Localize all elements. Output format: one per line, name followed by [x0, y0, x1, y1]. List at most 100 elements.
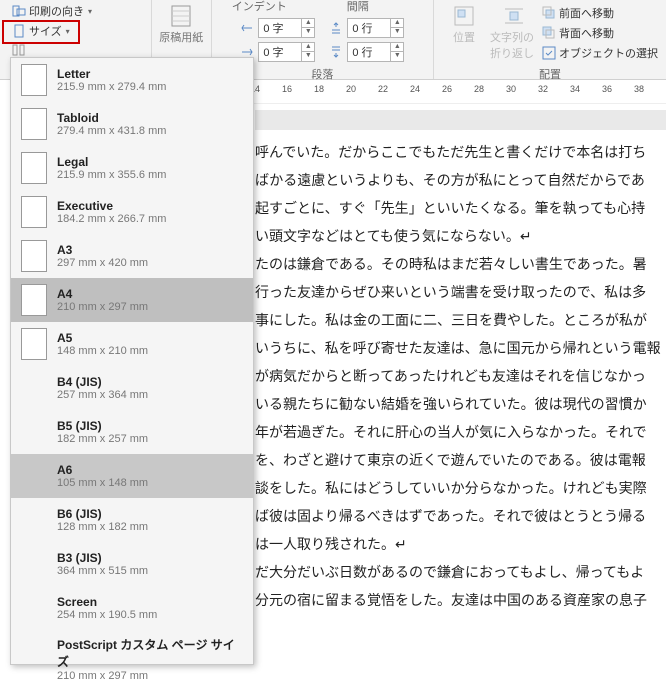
- document-line[interactable]: たのは鎌倉である。その時私はまだ若々しい書生であった。暑: [255, 252, 666, 280]
- size-option-b3-jis-[interactable]: B3 (JIS)364 mm x 515 mm: [11, 542, 253, 586]
- spin-down-icon[interactable]: ▼: [391, 52, 403, 61]
- orientation-button[interactable]: 印刷の向き: [10, 2, 94, 20]
- page-thumb-icon: [21, 548, 47, 580]
- size-option-dims: 128 mm x 182 mm: [57, 521, 148, 533]
- page-thumb-icon: [21, 240, 47, 272]
- ruler-mark: 38: [634, 84, 666, 94]
- columns-button[interactable]: [10, 42, 28, 58]
- page-thumb-icon: [21, 643, 47, 675]
- size-option-name: A5: [57, 331, 148, 345]
- size-option-b6-jis-[interactable]: B6 (JIS)128 mm x 182 mm: [11, 498, 253, 542]
- size-option-screen[interactable]: Screen254 mm x 190.5 mm: [11, 586, 253, 630]
- document-line[interactable]: を、わざと避けて東京の近くで遊んでいたのである。彼は電報: [255, 448, 666, 476]
- size-option-b4-jis-[interactable]: B4 (JIS)257 mm x 364 mm: [11, 366, 253, 410]
- size-option-dims: 279.4 mm x 431.8 mm: [57, 125, 166, 137]
- size-option-dims: 184.2 mm x 266.7 mm: [57, 213, 166, 225]
- bring-forward-label: 前面へ移動: [559, 5, 614, 21]
- page-thumb-icon: [21, 504, 47, 536]
- size-option-a3[interactable]: A3297 mm x 420 mm: [11, 234, 253, 278]
- indent-left-icon: [240, 21, 254, 35]
- document-line[interactable]: は一人取り残された。↵: [255, 532, 666, 560]
- size-option-b5-jis-[interactable]: B5 (JIS)182 mm x 257 mm: [11, 410, 253, 454]
- size-option-a6[interactable]: A6105 mm x 148 mm: [11, 454, 253, 498]
- manuscript-label: 原稿用紙: [159, 29, 203, 45]
- position-button[interactable]: 位置: [440, 2, 488, 48]
- size-option-name: Legal: [57, 155, 166, 169]
- size-option-legal[interactable]: Legal215.9 mm x 355.6 mm: [11, 146, 253, 190]
- document-line[interactable]: だ大分だいぶ日数があるので鎌倉におってもよし、帰ってもよ: [255, 560, 666, 588]
- size-option-name: B3 (JIS): [57, 551, 148, 565]
- size-option-a4[interactable]: A4210 mm x 297 mm: [11, 278, 253, 322]
- spin-up-icon[interactable]: ▲: [302, 43, 314, 52]
- document-line[interactable]: 行った友達からぜひ来いという端書を受け取ったので、私は多: [255, 280, 666, 308]
- size-option-dims: 364 mm x 515 mm: [57, 565, 148, 577]
- spin-up-icon[interactable]: ▲: [391, 43, 403, 52]
- size-option-executive[interactable]: Executive184.2 mm x 266.7 mm: [11, 190, 253, 234]
- size-option-a5[interactable]: A5148 mm x 210 mm: [11, 322, 253, 366]
- document-line[interactable]: いる親たちに勧ない結婚を強いられていた。彼は現代の習慣か: [255, 392, 666, 420]
- ruler-mark: 22: [378, 84, 410, 94]
- spin-up-icon[interactable]: ▲: [391, 19, 403, 28]
- document-line[interactable]: 事にした。私は金の工面に二、三日を費やした。ところが私が: [255, 308, 666, 336]
- orientation-icon: [12, 4, 26, 18]
- document-line[interactable]: 年が若過ぎた。それに肝心の当人が気に入らなかった。それで: [255, 420, 666, 448]
- size-option-name: Executive: [57, 199, 166, 213]
- page-size-menu: Letter215.9 mm x 279.4 mmTabloid279.4 mm…: [10, 57, 254, 665]
- size-option-dims: 182 mm x 257 mm: [57, 433, 148, 445]
- size-option-postscript-[interactable]: PostScript カスタム ページ サイズ210 mm x 297 mm: [11, 630, 253, 688]
- ruler-mark: 30: [506, 84, 538, 94]
- document-text[interactable]: 呼んでいた。だからここでもただ先生と書くだけで本名は打ちばかる遠慮というよりも、…: [255, 140, 666, 616]
- indent-left-spinner[interactable]: 0 字 ▲▼: [258, 18, 315, 38]
- orientation-label: 印刷の向き: [29, 3, 84, 19]
- ruler-mark: 32: [538, 84, 570, 94]
- size-option-letter[interactable]: Letter215.9 mm x 279.4 mm: [11, 58, 253, 102]
- document-line[interactable]: 談をした。私にはどうしていいか分らなかった。けれども実際: [255, 476, 666, 504]
- wrap-text-button[interactable]: 文字列の折り返し: [490, 2, 538, 64]
- document-line[interactable]: い頭文字などはとても使う気にならない。↵: [255, 224, 666, 252]
- indent-right-value: 0 字: [259, 44, 301, 60]
- spin-down-icon[interactable]: ▼: [302, 28, 314, 37]
- size-option-dims: 254 mm x 190.5 mm: [57, 609, 157, 621]
- size-option-name: A6: [57, 463, 148, 477]
- ruler-mark: 16: [282, 84, 314, 94]
- ruler-mark: 20: [346, 84, 378, 94]
- spacing-after-icon: [329, 45, 343, 59]
- document-line[interactable]: が病気だからと断ってあったけれども友達はそれを信じなかっ: [255, 364, 666, 392]
- document-line[interactable]: ば彼は固より帰るべきはずであった。それで彼はとうとう帰る: [255, 504, 666, 532]
- size-option-dims: 215.9 mm x 355.6 mm: [57, 169, 166, 181]
- page-thumb-icon: [21, 460, 47, 492]
- indent-right-spinner[interactable]: 0 字 ▲▼: [258, 42, 315, 62]
- page-margin-shadow: [255, 110, 666, 130]
- manuscript-button[interactable]: 原稿用紙: [157, 2, 205, 48]
- page-thumb-icon: [21, 196, 47, 228]
- wrap-text-icon: [503, 5, 525, 27]
- document-line[interactable]: ばかる遠慮というよりも、その方が私にとって自然だからであ: [255, 168, 666, 196]
- ruler-mark: 26: [442, 84, 474, 94]
- size-option-dims: 297 mm x 420 mm: [57, 257, 148, 269]
- document-line[interactable]: 起すごとに、すぐ「先生」といいたくなる。筆を執っても心持: [255, 196, 666, 224]
- size-option-dims: 148 mm x 210 mm: [57, 345, 148, 357]
- page-thumb-icon: [21, 64, 47, 96]
- spacing-after-spinner[interactable]: 0 行 ▲▼: [347, 42, 404, 62]
- arrange-group: 位置 文字列の折り返し 前面へ移動 背面へ移動 オブジェクトの選択: [434, 0, 666, 79]
- spacing-before-spinner[interactable]: 0 行 ▲▼: [347, 18, 404, 38]
- selection-pane-button[interactable]: オブジェクトの選択: [540, 44, 660, 62]
- page-thumb-icon: [21, 416, 47, 448]
- document-line[interactable]: 分元の宿に留まる覚悟をした。友達は中国のある資産家の息子: [255, 588, 666, 616]
- size-option-tabloid[interactable]: Tabloid279.4 mm x 431.8 mm: [11, 102, 253, 146]
- ruler-mark: 34: [570, 84, 602, 94]
- bring-forward-button[interactable]: 前面へ移動: [540, 4, 660, 22]
- spacing-after-value: 0 行: [348, 44, 390, 60]
- document-line[interactable]: いうちに、私を呼び寄せた友達は、急に国元から帰れという電報: [255, 336, 666, 364]
- document-area[interactable]: 呼んでいた。だからここでもただ先生と書くだけで本名は打ちばかる遠慮というよりも、…: [255, 110, 666, 664]
- document-line[interactable]: 呼んでいた。だからここでもただ先生と書くだけで本名は打ち: [255, 140, 666, 168]
- spin-down-icon[interactable]: ▼: [391, 28, 403, 37]
- spin-up-icon[interactable]: ▲: [302, 19, 314, 28]
- horizontal-ruler[interactable]: 1416182022242628303234363840: [250, 84, 666, 104]
- size-option-name: A3: [57, 243, 148, 257]
- size-option-name: PostScript カスタム ページ サイズ: [57, 636, 245, 670]
- send-backward-icon: [542, 26, 556, 40]
- send-backward-button[interactable]: 背面へ移動: [540, 24, 660, 42]
- arrange-group-label: 配置: [440, 64, 660, 84]
- spin-down-icon[interactable]: ▼: [302, 52, 314, 61]
